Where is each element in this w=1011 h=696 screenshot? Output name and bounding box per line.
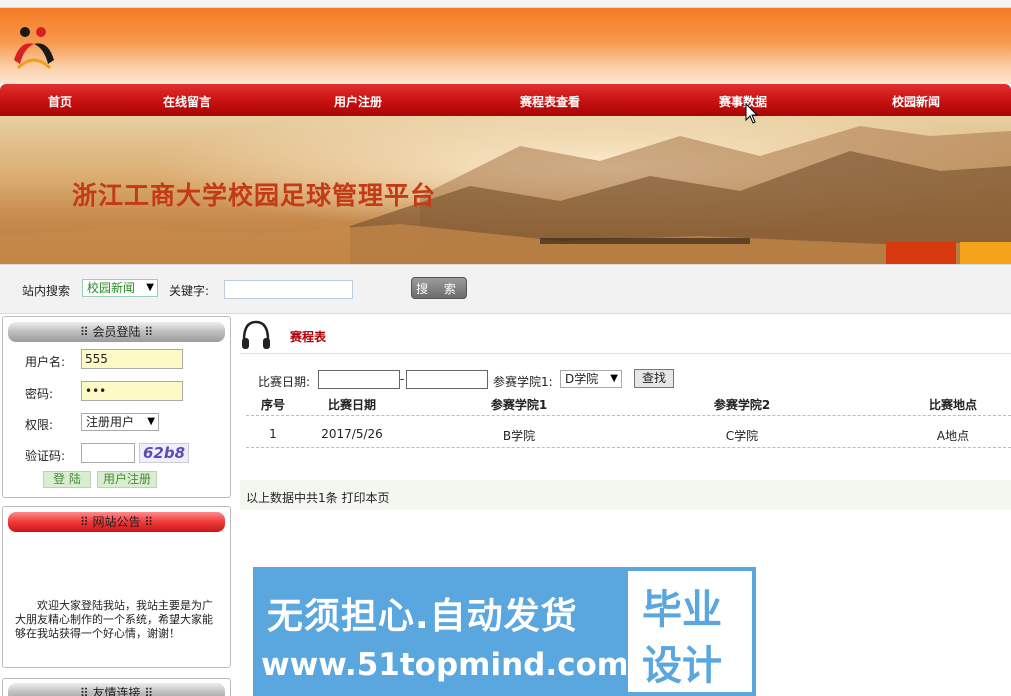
role-select[interactable]: 注册用户 ▼ bbox=[81, 413, 159, 431]
register-button[interactable]: 用户注册 bbox=[97, 471, 157, 488]
college-select-value: D学院 bbox=[565, 372, 599, 386]
date-range-dash: - bbox=[400, 372, 405, 386]
column-header: 参赛学院1 bbox=[490, 398, 548, 412]
grip-icon: ⠿ bbox=[79, 686, 93, 696]
chevron-down-icon: ▼ bbox=[146, 282, 154, 293]
content-title-row: 赛程表 bbox=[240, 316, 1011, 354]
nav-schedule[interactable]: 赛程表查看 bbox=[520, 93, 580, 110]
username-input[interactable]: 555 bbox=[81, 349, 183, 369]
main-nav: 首页 在线留言 用户注册 赛程表查看 赛事数据 校园新闻 bbox=[0, 84, 1011, 116]
column-header: 参赛学院2 bbox=[713, 398, 771, 412]
ad-badge-top: 毕业 bbox=[642, 587, 722, 633]
site-search-label: 站内搜索 bbox=[22, 284, 71, 298]
role-value: 注册用户 bbox=[86, 415, 135, 429]
find-button[interactable]: 查找 bbox=[634, 369, 674, 388]
table-summary[interactable]: 以上数据中共1条 打印本页 bbox=[246, 489, 389, 506]
links-panel: ⠿ 友情连接 ⠿ bbox=[2, 678, 231, 696]
notice-header-text: 网站公告 bbox=[92, 515, 141, 529]
schedule-filter-bar: 比赛日期: - 参赛学院1: D学院 ▼ 查找 bbox=[246, 368, 1011, 392]
captcha-input[interactable] bbox=[81, 443, 135, 463]
captcha-label: 验证码: bbox=[25, 449, 66, 463]
grip-icon: ⠿ bbox=[79, 325, 93, 339]
notice-text: 欢迎大家登陆我站，我站主要是为广大朋友精心制作的一个系统，希望大家能够在我站获得… bbox=[15, 599, 213, 640]
column-header: 序号 bbox=[260, 398, 285, 412]
table-cell: 2017/5/26 bbox=[321, 427, 383, 441]
username-label: 用户名: bbox=[25, 355, 66, 369]
headphones-icon bbox=[242, 320, 270, 349]
ad-badge: 毕业 设计 bbox=[626, 569, 754, 694]
date-from-input[interactable] bbox=[318, 370, 400, 389]
table-cell: A地点 bbox=[936, 429, 970, 443]
notice-panel: ⠿ 网站公告 ⠿ 欢迎大家登陆我站，我站主要是为广大朋友精心制作的一个系统，希望… bbox=[2, 506, 231, 668]
ad-badge-bottom: 设计 bbox=[642, 643, 722, 689]
browser-top-strip bbox=[0, 0, 1011, 8]
captcha-image[interactable]: 62b8 bbox=[139, 443, 189, 463]
site-search-bar: 站内搜索 校园新闻 ▼ 关键字: 搜 索 bbox=[0, 264, 1011, 314]
chevron-down-icon: ▼ bbox=[147, 416, 155, 427]
college-filter-label: 参赛学院1: bbox=[493, 375, 553, 389]
college-select[interactable]: D学院 ▼ bbox=[560, 370, 622, 388]
ad-url: www.51topmind.com bbox=[261, 647, 630, 683]
search-category-select[interactable]: 校园新闻 ▼ bbox=[82, 279, 158, 297]
table-cell: C学院 bbox=[725, 429, 759, 443]
column-header: 比赛地点 bbox=[928, 398, 977, 412]
links-panel-header: ⠿ 友情连接 ⠿ bbox=[8, 683, 225, 696]
password-label: 密码: bbox=[25, 387, 54, 401]
keyword-input[interactable] bbox=[224, 280, 353, 299]
links-header-text: 友情连接 bbox=[92, 686, 141, 696]
nav-message-board[interactable]: 在线留言 bbox=[163, 93, 211, 110]
keyword-label: 关键字: bbox=[169, 284, 210, 298]
grip-icon: ⠿ bbox=[140, 515, 154, 529]
nav-home[interactable]: 首页 bbox=[48, 93, 72, 110]
banner-image: 浙江工商大学校园足球管理平台 bbox=[0, 116, 1011, 264]
table-summary-row: 以上数据中共1条 打印本页 bbox=[240, 480, 1011, 510]
mouse-cursor-icon bbox=[745, 103, 759, 124]
login-panel: ⠿ 会员登陆 ⠿ 用户名: 555 密码: ••• 权限: 注册用户 ▼ 验证码… bbox=[2, 316, 231, 498]
role-label: 权限: bbox=[25, 418, 54, 432]
table-row[interactable]: 1 2017/5/26 B学院 C学院 A地点 bbox=[246, 420, 1011, 448]
site-header bbox=[0, 8, 1011, 84]
table-cell: B学院 bbox=[502, 429, 536, 443]
date-filter-label: 比赛日期: bbox=[258, 375, 311, 389]
nav-campus-news[interactable]: 校园新闻 bbox=[892, 93, 940, 110]
banner-title: 浙江工商大学校园足球管理平台 bbox=[72, 181, 437, 210]
search-category-value: 校园新闻 bbox=[87, 281, 136, 295]
grip-icon: ⠿ bbox=[140, 325, 154, 339]
search-button[interactable]: 搜 索 bbox=[411, 277, 467, 299]
table-cell: 1 bbox=[269, 427, 277, 441]
password-input[interactable]: ••• bbox=[81, 381, 183, 401]
nav-match-data[interactable]: 赛事数据 bbox=[719, 93, 767, 110]
login-header-text: 会员登陆 bbox=[92, 325, 141, 339]
column-header: 比赛日期 bbox=[327, 398, 376, 412]
watermark-ad: 无须担心.自动发货 www.51topmind.com 毕业 设计 bbox=[253, 567, 756, 696]
date-to-input[interactable] bbox=[406, 370, 488, 389]
ad-slogan: 无须担心.自动发货 bbox=[267, 596, 578, 637]
table-header-row: 序号 比赛日期 参赛学院1 参赛学院2 比赛地点 bbox=[246, 392, 1011, 416]
notice-panel-header: ⠿ 网站公告 ⠿ bbox=[8, 512, 225, 532]
banner-accent-red bbox=[886, 242, 956, 264]
banner-accent-orange bbox=[960, 242, 1011, 264]
page-title: 赛程表 bbox=[290, 330, 327, 344]
grip-icon: ⠿ bbox=[79, 515, 93, 529]
nav-user-register[interactable]: 用户注册 bbox=[334, 93, 382, 110]
login-panel-header: ⠿ 会员登陆 ⠿ bbox=[8, 322, 225, 342]
site-logo bbox=[14, 27, 54, 70]
grip-icon: ⠿ bbox=[140, 686, 154, 696]
chevron-down-icon: ▼ bbox=[610, 373, 618, 384]
login-button[interactable]: 登 陆 bbox=[43, 471, 91, 488]
